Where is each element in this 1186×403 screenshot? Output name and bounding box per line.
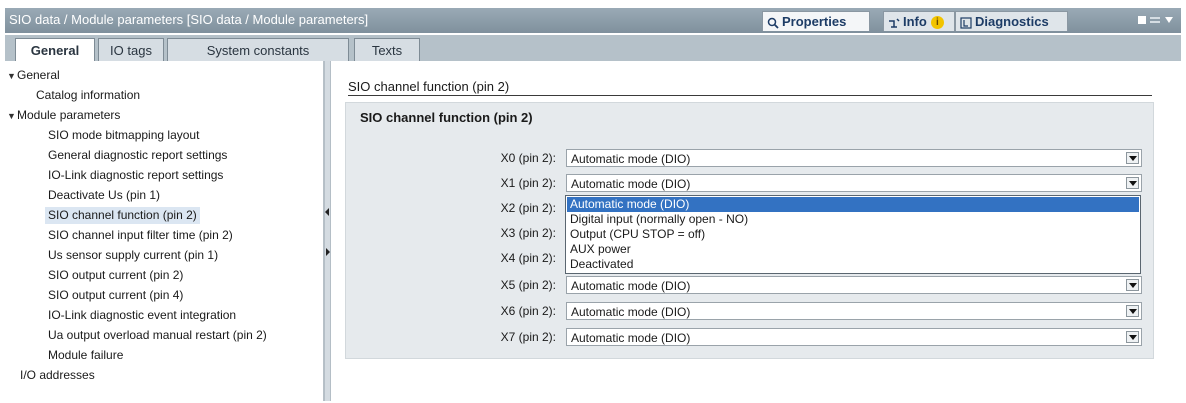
tree-item-io-link-diagnostic-event[interactable]: IO-Link diagnostic event integration [48, 307, 236, 324]
tree-item-module-parameters[interactable]: ▼Module parameters [7, 107, 120, 124]
row-label-x3: X3 (pin 2): [500, 226, 556, 240]
dropdown-arrow-icon[interactable] [1126, 177, 1139, 189]
navigation-tree: ▼General Catalog information ▼Module par… [5, 61, 324, 401]
tree-item-sio-output-current-pin4[interactable]: SIO output current (pin 4) [48, 287, 183, 304]
tab-info-label: Info [903, 14, 927, 29]
tree-item-module-failure[interactable]: Module failure [48, 347, 123, 364]
pane-splitter[interactable] [324, 61, 331, 401]
collapse-left-icon[interactable] [325, 207, 330, 217]
tree-item-deactivate-us[interactable]: Deactivate Us (pin 1) [48, 187, 160, 204]
combo-value: Automatic mode (DIO) [571, 331, 691, 345]
x5-function-select[interactable]: Automatic mode (DIO) [566, 276, 1142, 294]
combo-value: Automatic mode (DIO) [571, 279, 691, 293]
tree-item-sio-output-current-pin2[interactable]: SIO output current (pin 2) [48, 267, 183, 284]
tree-item-catalog-information[interactable]: Catalog information [36, 87, 140, 104]
row-label-x1: X1 (pin 2): [500, 176, 556, 190]
tree-item-sio-channel-input-filter[interactable]: SIO channel input filter time (pin 2) [48, 227, 233, 244]
dropdown-option-digital-input[interactable]: Digital input (normally open - NO) [567, 212, 1139, 227]
tab-io-tags[interactable]: IO tags [98, 38, 164, 61]
dropdown-arrow-icon[interactable] [1126, 152, 1139, 164]
tree-item-us-sensor-supply-current[interactable]: Us sensor supply current (pin 1) [48, 247, 218, 264]
row-label-x2: X2 (pin 2): [500, 201, 556, 215]
tab-general[interactable]: General [15, 38, 95, 62]
tab-info[interactable]: Info i [883, 11, 955, 31]
row-label-x7: X7 (pin 2): [500, 330, 556, 344]
window-controls-icon[interactable] [1137, 13, 1175, 27]
combo-value: Automatic mode (DIO) [571, 177, 691, 191]
dropdown-option-deactivated[interactable]: Deactivated [567, 257, 1139, 272]
info-badge-icon: i [930, 16, 944, 30]
dropdown-option-aux-power[interactable]: AUX power [567, 242, 1139, 257]
window-title: SIO data / Module parameters [SIO data /… [9, 12, 369, 27]
tree-item-io-link-diagnostic-report[interactable]: IO-Link diagnostic report settings [48, 167, 223, 184]
info-tab-icon [889, 18, 900, 28]
section-divider [348, 95, 1152, 96]
row-label-x0: X0 (pin 2): [500, 151, 556, 165]
combo-value: Automatic mode (DIO) [571, 305, 691, 319]
dropdown-arrow-icon[interactable] [1126, 279, 1139, 291]
x0-function-select[interactable]: Automatic mode (DIO) [566, 149, 1142, 167]
row-label-x5: X5 (pin 2): [500, 278, 556, 292]
row-label-x4: X4 (pin 2): [500, 251, 556, 265]
tree-item-label: General [17, 68, 60, 82]
x6-function-select[interactable]: Automatic mode (DIO) [566, 302, 1142, 320]
property-tab-bar: General IO tags System constants Texts [5, 35, 1181, 62]
group-title: SIO channel function (pin 2) [360, 110, 533, 125]
tab-properties-label: Properties [782, 14, 847, 29]
tab-properties[interactable]: Properties [762, 11, 870, 31]
section-heading: SIO channel function (pin 2) [348, 79, 516, 94]
expand-arrow-icon[interactable]: ▼ [7, 68, 17, 85]
tab-diagnostics[interactable]: Diagnostics [955, 11, 1068, 31]
tab-texts[interactable]: Texts [354, 38, 420, 61]
diagnostics-icon [960, 16, 972, 29]
tree-item-label: Module parameters [17, 108, 121, 122]
tree-item-ua-output-overload-restart[interactable]: Ua output overload manual restart (pin 2… [48, 327, 267, 344]
x1-dropdown-list: Automatic mode (DIO) Digital input (norm… [565, 195, 1141, 274]
x7-function-select[interactable]: Automatic mode (DIO) [566, 328, 1142, 346]
expand-arrow-icon[interactable]: ▼ [7, 108, 17, 125]
tree-item-general-diagnostic-report[interactable]: General diagnostic report settings [48, 147, 227, 164]
tree-item-sio-mode-bitmapping[interactable]: SIO mode bitmapping layout [48, 127, 199, 144]
combo-value: Automatic mode (DIO) [571, 152, 691, 166]
dropdown-arrow-icon[interactable] [1126, 331, 1139, 343]
inspector-title-bar: SIO data / Module parameters [SIO data /… [5, 8, 1181, 33]
properties-icon [767, 17, 779, 29]
x1-function-select[interactable]: Automatic mode (DIO) [566, 174, 1142, 192]
row-label-x6: X6 (pin 2): [500, 304, 556, 318]
tab-system-constants[interactable]: System constants [167, 38, 349, 61]
dropdown-option-automatic-mode[interactable]: Automatic mode (DIO) [567, 197, 1139, 212]
tree-item-sio-channel-function[interactable]: SIO channel function (pin 2) [45, 207, 200, 224]
dropdown-arrow-icon[interactable] [1126, 305, 1139, 317]
expand-right-icon[interactable] [326, 247, 331, 257]
tree-item-general[interactable]: ▼General [7, 67, 60, 84]
tab-diagnostics-label: Diagnostics [975, 14, 1049, 29]
dropdown-option-output[interactable]: Output (CPU STOP = off) [567, 227, 1139, 242]
tree-item-io-addresses[interactable]: I/O addresses [20, 367, 95, 384]
